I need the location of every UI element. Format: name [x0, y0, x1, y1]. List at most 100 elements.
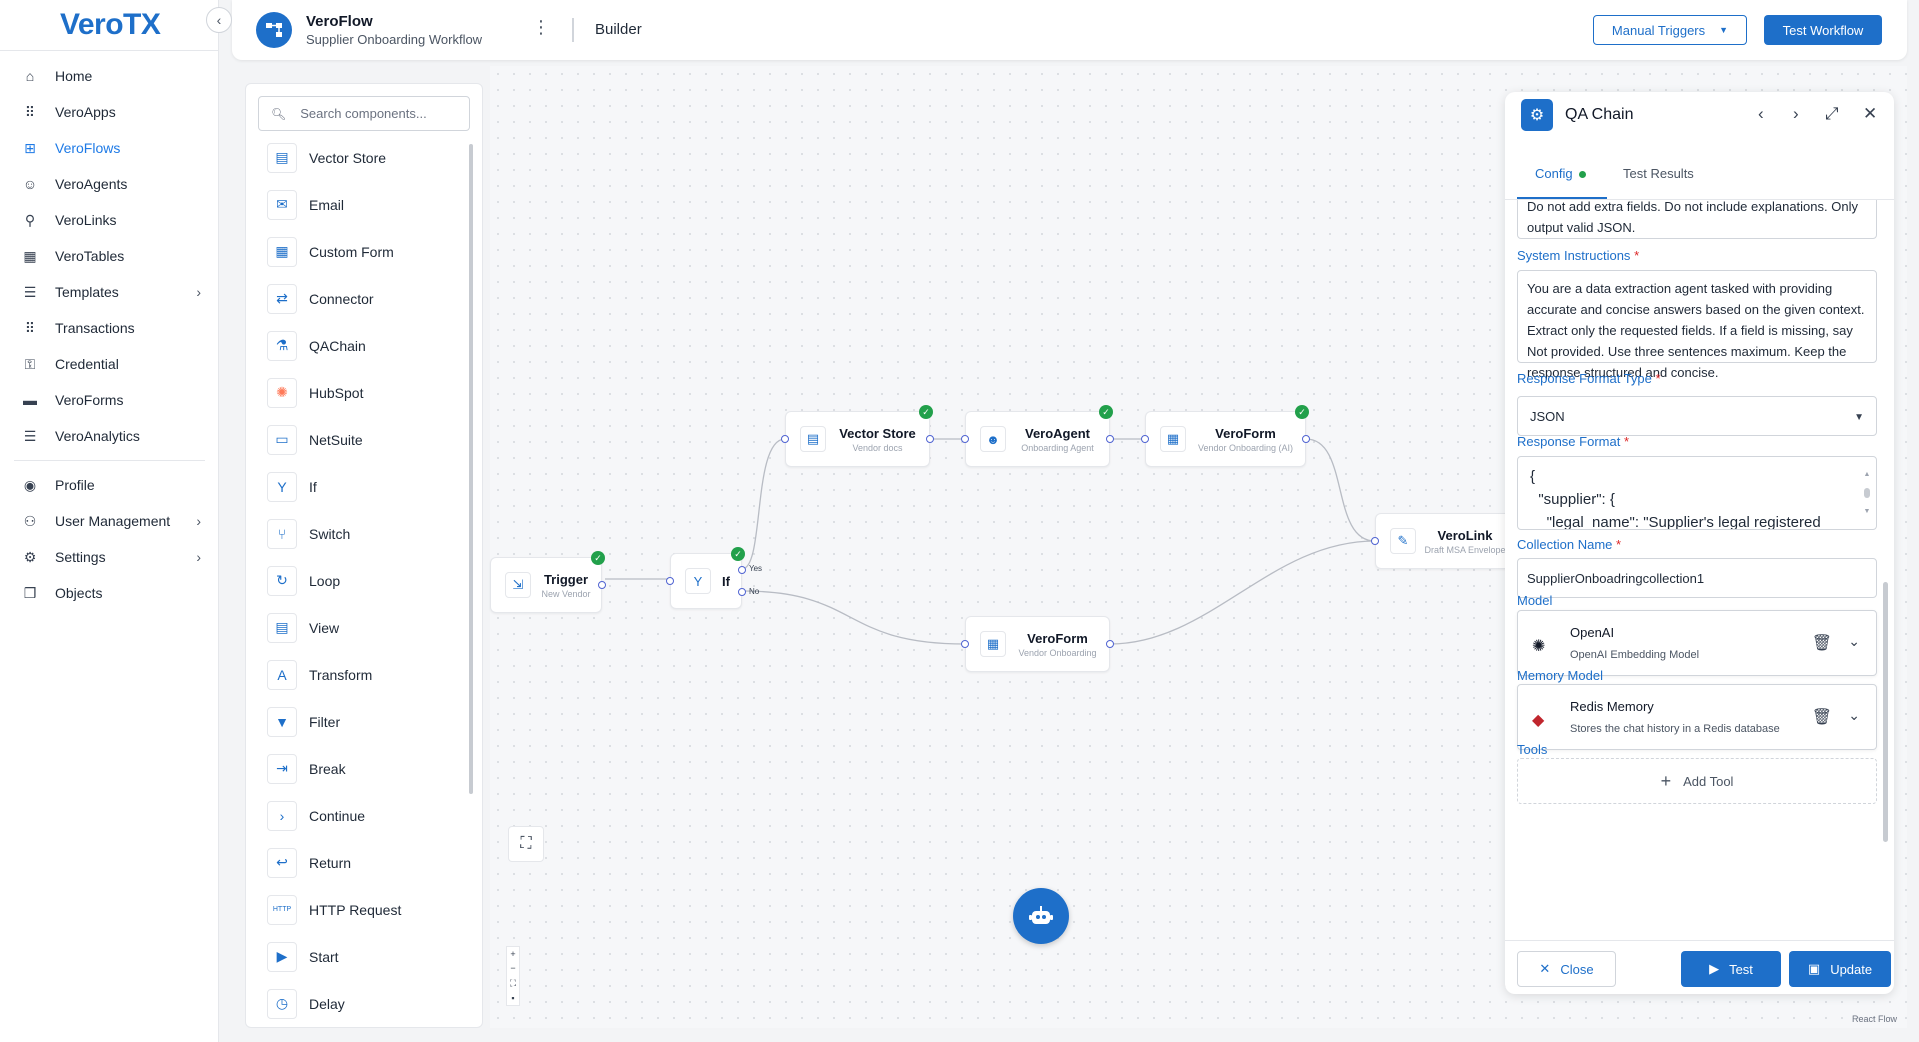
component-item[interactable]: ⚗ QAChain: [246, 322, 471, 369]
sidebar-item-templates[interactable]: ☰ Templates ›: [0, 274, 219, 310]
component-item[interactable]: ⇥ Break: [246, 745, 471, 792]
sidebar-item-settings[interactable]: ⚙ Settings ›: [0, 539, 219, 575]
prompt-textarea[interactable]: Do not add extra fields. Do not include …: [1517, 200, 1877, 239]
node-vero-form-ai[interactable]: ✓ ▦ VeroForm Vendor Onboarding (AI): [1141, 405, 1310, 467]
sidebar-item-veroanalytics[interactable]: ☰ VeroAnalytics: [0, 418, 219, 454]
node-handle[interactable]: [666, 577, 674, 585]
more-options-icon[interactable]: ⋮: [532, 18, 550, 36]
node-vero-link[interactable]: ✎ VeroLink Draft MSA Envelope: [1371, 513, 1515, 569]
yes-handle[interactable]: [738, 566, 746, 574]
sidebar-item-veroapps[interactable]: ⠿ VeroApps: [0, 94, 219, 130]
model-description: OpenAI Embedding Model: [1570, 649, 1700, 661]
collection-name-input[interactable]: SupplierOnboadringcollection1: [1517, 558, 1877, 598]
component-label: HTTP Request: [309, 901, 402, 918]
component-item[interactable]: A Transform: [246, 651, 471, 698]
response-format-type-label: Response Format Type *: [1517, 371, 1661, 386]
brand-logo[interactable]: VeroTX: [0, 0, 218, 50]
sidebar-item-veroflows[interactable]: ⊞ VeroFlows: [0, 130, 219, 166]
trash-icon[interactable]: 🗑︎: [1812, 707, 1832, 727]
component-item[interactable]: HTTP HTTP Request: [246, 886, 471, 933]
node-handle[interactable]: [1141, 435, 1149, 443]
component-item[interactable]: ↻ Loop: [246, 557, 471, 604]
scrollbar-thumb[interactable]: [1883, 582, 1888, 842]
ai-assistant-button[interactable]: [1013, 888, 1069, 944]
test-workflow-button[interactable]: Test Workflow: [1764, 15, 1882, 45]
sidebar-item-verotables[interactable]: ▦ VeroTables: [0, 238, 219, 274]
tab-config[interactable]: Config: [1535, 166, 1586, 181]
component-item[interactable]: ▤ View: [246, 604, 471, 651]
fit-icon[interactable]: ⛶: [510, 978, 516, 989]
node-handle[interactable]: [961, 640, 969, 648]
node-handle[interactable]: [1302, 435, 1310, 443]
close-button[interactable]: ✕ Close: [1517, 951, 1616, 987]
workflow-name: Supplier Onboarding Workflow: [306, 32, 483, 47]
component-item[interactable]: ⇄ Connector: [246, 275, 471, 322]
trash-icon[interactable]: 🗑︎: [1812, 633, 1832, 653]
lock-icon[interactable]: ▪: [511, 993, 514, 1003]
fit-view-button[interactable]: ⛶: [508, 826, 544, 862]
chevron-left-icon[interactable]: ‹: [1758, 104, 1764, 124]
node-vero-form[interactable]: ▦ VeroForm Vendor Onboarding: [961, 616, 1114, 672]
model-card[interactable]: ✺ OpenAI OpenAI Embedding Model 🗑︎ ⌄: [1517, 610, 1877, 676]
node-handle[interactable]: [1106, 435, 1114, 443]
add-tool-button[interactable]: + Add Tool: [1517, 758, 1877, 804]
search-input[interactable]: [300, 106, 451, 121]
component-item[interactable]: ↩ Return: [246, 839, 471, 886]
sidebar-item-transactions[interactable]: ⠿ Transactions: [0, 310, 219, 346]
response-format-type-select[interactable]: JSON ▼: [1517, 396, 1877, 436]
config-scrollbar[interactable]: [1883, 202, 1888, 852]
update-button[interactable]: ▣ Update: [1789, 951, 1891, 987]
component-item[interactable]: ✉ Email: [246, 181, 471, 228]
sidebar-collapse-button[interactable]: ‹: [206, 7, 232, 33]
component-item[interactable]: ▦ Custom Form: [246, 228, 471, 275]
editor-scrollbar[interactable]: ▲ ▼: [1862, 463, 1872, 523]
response-format-editor[interactable]: { "supplier": { "legal_name": "Supplier'…: [1517, 456, 1877, 530]
system-instructions-textarea[interactable]: You are a data extraction agent tasked w…: [1517, 270, 1877, 380]
node-handle[interactable]: [1106, 640, 1114, 648]
tab-test-results[interactable]: Test Results: [1623, 166, 1694, 181]
fullscreen-icon: ⛶: [520, 835, 532, 852]
no-handle[interactable]: [738, 588, 746, 596]
node-vector-store[interactable]: ✓ ▤ Vector Store Vendor docs: [781, 405, 934, 467]
node-vero-agent[interactable]: ✓ ☻ VeroAgent Onboarding Agent: [961, 405, 1114, 467]
react-flow-attribution[interactable]: React Flow: [1852, 1014, 1897, 1024]
sidebar-item-objects[interactable]: ❒ Objects: [0, 575, 219, 611]
node-trigger[interactable]: ✓ ⇲ Trigger New Vendor: [490, 551, 606, 613]
node-handle[interactable]: [781, 435, 789, 443]
component-search[interactable]: 🔍︎: [258, 96, 470, 131]
sidebar-item-home[interactable]: ⌂ Home: [0, 58, 219, 94]
node-handle[interactable]: [961, 435, 969, 443]
chevron-down-icon[interactable]: ⌄: [1848, 707, 1860, 724]
manual-triggers-button[interactable]: Manual Triggers ▼: [1593, 15, 1747, 45]
sidebar-item-veroagents[interactable]: ☺ VeroAgents: [0, 166, 219, 202]
component-item[interactable]: ◷ Delay: [246, 980, 471, 1027]
sidebar-item-profile[interactable]: ◉ Profile: [0, 467, 219, 503]
zoom-in-icon[interactable]: +: [510, 949, 515, 959]
expand-icon[interactable]: ⤢: [1825, 104, 1839, 124]
component-item[interactable]: ▼ Filter: [246, 698, 471, 745]
component-item[interactable]: ✺ HubSpot: [246, 369, 471, 416]
component-list-scrollbar[interactable]: [469, 144, 473, 794]
node-handle[interactable]: [1371, 537, 1379, 545]
node-handle[interactable]: [598, 581, 606, 589]
zoom-out-icon[interactable]: −: [510, 963, 515, 973]
component-item[interactable]: ▭ NetSuite: [246, 416, 471, 463]
node-handle[interactable]: [926, 435, 934, 443]
component-item[interactable]: ▤ Vector Store: [246, 134, 471, 181]
sidebar-item-verolinks[interactable]: ⚲ VeroLinks: [0, 202, 219, 238]
node-if[interactable]: ✓ Y If Yes No: [666, 547, 762, 609]
sidebar-item-veroforms[interactable]: ▬ VeroForms: [0, 382, 219, 418]
component-item[interactable]: ▶ Start: [246, 933, 471, 980]
node-title: Vector Store: [839, 425, 916, 441]
test-button[interactable]: ▶ Test: [1681, 951, 1781, 987]
component-item[interactable]: › Continue: [246, 792, 471, 839]
sidebar-item-credential[interactable]: ⚿ Credential: [0, 346, 219, 382]
sidebar-item-user-management[interactable]: ⚇ User Management ›: [0, 503, 219, 539]
chevron-down-icon[interactable]: ⌄: [1848, 633, 1860, 650]
close-icon[interactable]: ✕: [1863, 104, 1877, 124]
chevron-right-icon[interactable]: ›: [1793, 104, 1799, 124]
component-item[interactable]: ⑂ Switch: [246, 510, 471, 557]
component-item[interactable]: Y If: [246, 463, 471, 510]
edge-if-vectorstore: [741, 438, 786, 570]
memory-model-card[interactable]: ◆ Redis Memory Stores the chat history i…: [1517, 684, 1877, 750]
